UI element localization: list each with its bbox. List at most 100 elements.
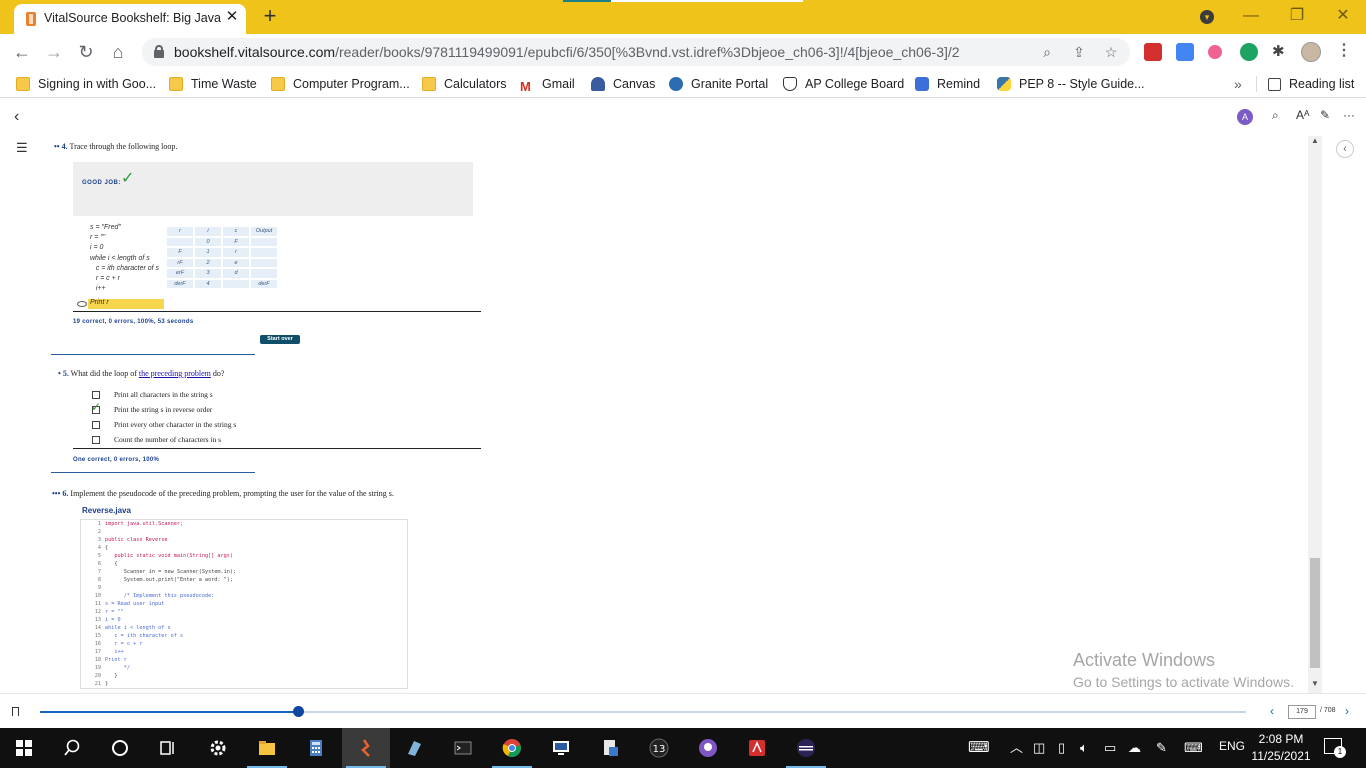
- start-over-button[interactable]: Start over: [260, 335, 300, 344]
- trace-cell[interactable]: 4: [195, 279, 221, 288]
- bookmark-calculators[interactable]: Calculators: [422, 76, 507, 94]
- zoom-icon[interactable]: ⌕: [1037, 42, 1057, 62]
- minimize-window-icon[interactable]: —: [1236, 4, 1266, 28]
- option-checkbox[interactable]: [92, 391, 100, 399]
- reader-font-icon[interactable]: Aᴬ: [1296, 108, 1309, 122]
- scroll-down-icon[interactable]: ▼: [1311, 679, 1319, 688]
- tab-search-icon[interactable]: ▾: [1200, 10, 1214, 24]
- code-line[interactable]: 20 }: [81, 672, 118, 680]
- trace-cell[interactable]: [251, 248, 277, 257]
- code-line[interactable]: 12 r = "": [81, 608, 124, 616]
- toc-menu-icon[interactable]: ☰: [16, 140, 28, 156]
- bookmark-signing-in[interactable]: Signing in with Goo...: [16, 76, 156, 94]
- app-13-button[interactable]: 13: [635, 728, 683, 768]
- trace-cell[interactable]: F: [167, 248, 193, 257]
- github-button[interactable]: [684, 728, 732, 768]
- extension-pink-icon[interactable]: [1208, 45, 1222, 59]
- trace-cell[interactable]: e: [223, 258, 249, 267]
- page-number-input[interactable]: 179: [1288, 705, 1316, 719]
- chrome-taskbar-button[interactable]: [488, 728, 536, 768]
- document-app-button[interactable]: [586, 728, 634, 768]
- battery-icon[interactable]: ▯: [1058, 739, 1065, 757]
- reader-back-icon[interactable]: ‹: [14, 108, 19, 126]
- volume-icon[interactable]: 🔈︎: [1080, 739, 1088, 757]
- keyboard-layout-icon[interactable]: ⌨: [968, 739, 990, 757]
- remote-app-button[interactable]: [537, 728, 585, 768]
- restore-window-icon[interactable]: ❐: [1282, 4, 1312, 28]
- trace-cell[interactable]: 2: [195, 258, 221, 267]
- tab-close-icon[interactable]: ✕: [224, 9, 240, 25]
- code-line[interactable]: 21}: [81, 680, 108, 688]
- code-editor[interactable]: 1 import java.util.Scanner; 2 3 public cla…: [80, 519, 408, 689]
- forward-arrow-icon[interactable]: →: [42, 40, 66, 64]
- calculator-button[interactable]: [292, 728, 340, 768]
- code-line[interactable]: 5 public static void main(String[] args): [81, 552, 233, 560]
- bookmark-star-icon[interactable]: ☆: [1101, 42, 1121, 62]
- code-line[interactable]: 4{: [81, 544, 108, 552]
- share-icon[interactable]: ⇪: [1069, 42, 1089, 62]
- back-arrow-icon[interactable]: ←: [10, 40, 34, 64]
- bookmark-pep8[interactable]: PEP 8 -- Style Guide...: [997, 76, 1145, 94]
- terminal-button[interactable]: [439, 728, 487, 768]
- settings-taskbar-button[interactable]: [194, 728, 242, 768]
- trace-cell[interactable]: F: [223, 237, 249, 246]
- meet-now-icon[interactable]: ◫: [1033, 739, 1045, 757]
- reading-list-button[interactable]: Reading list: [1268, 76, 1354, 94]
- file-explorer-button[interactable]: [243, 728, 291, 768]
- option-checkbox[interactable]: [92, 421, 100, 429]
- panel-collapse-icon[interactable]: ‹: [1336, 140, 1354, 158]
- trace-cell[interactable]: rF: [167, 258, 193, 267]
- code-line[interactable]: 17 i++: [81, 648, 124, 656]
- code-line[interactable]: 19 */: [81, 664, 130, 672]
- bookmark-canvas[interactable]: Canvas: [591, 76, 655, 94]
- trace-cell[interactable]: 3: [195, 269, 221, 278]
- new-tab-button[interactable]: +: [258, 5, 282, 29]
- reader-notes-icon[interactable]: ✎: [1320, 108, 1330, 122]
- onedrive-icon[interactable]: ☁: [1128, 739, 1141, 757]
- url-text[interactable]: bookshelf.vitalsource.com/reader/books/9…: [174, 44, 960, 60]
- code-line[interactable]: 2: [81, 528, 105, 536]
- lock-icon[interactable]: [154, 45, 164, 58]
- home-icon[interactable]: ⌂: [106, 40, 130, 64]
- prev-page-icon[interactable]: ‹: [1270, 704, 1274, 718]
- notifications-icon[interactable]: 1: [1324, 738, 1346, 758]
- preceding-problem-link[interactable]: the preceding problem: [139, 369, 211, 378]
- code-line[interactable]: 7 Scanner in = new Scanner(System.in);: [81, 568, 236, 576]
- close-window-icon[interactable]: ✕: [1328, 4, 1358, 28]
- bookmarks-overflow-icon[interactable]: »: [1234, 76, 1242, 92]
- trace-cell[interactable]: derF: [251, 279, 277, 288]
- show-hidden-icons-icon[interactable]: ︿: [1010, 739, 1023, 757]
- network-icon[interactable]: ▭: [1104, 739, 1116, 757]
- bookmark-computer-program[interactable]: Computer Program...: [271, 76, 410, 94]
- code-line[interactable]: 1 import java.util.Scanner;: [81, 520, 183, 528]
- trace-cell[interactable]: 0: [195, 237, 221, 246]
- trace-cell[interactable]: derF: [167, 279, 193, 288]
- search-button[interactable]: [48, 728, 96, 768]
- scrollbar-thumb[interactable]: [1310, 558, 1320, 668]
- trace-cell[interactable]: erF: [167, 269, 193, 278]
- code-line[interactable]: 16 r = c + r: [81, 640, 143, 648]
- trace-cell[interactable]: [223, 279, 249, 288]
- code-line[interactable]: 3 public class Reverse: [81, 536, 168, 544]
- trace-cell[interactable]: [251, 258, 277, 267]
- trace-cell[interactable]: [251, 237, 277, 246]
- eclipse-button[interactable]: [782, 728, 830, 768]
- java-app-button[interactable]: [342, 728, 390, 768]
- language-indicator[interactable]: ENG: [1219, 739, 1245, 753]
- pen-icon[interactable]: ✎: [1156, 739, 1167, 757]
- next-page-icon[interactable]: ›: [1345, 704, 1349, 718]
- reader-profile-icon[interactable]: A: [1237, 109, 1253, 125]
- trace-cell[interactable]: 1: [195, 248, 221, 257]
- chrome-menu-icon[interactable]: ⋮: [1336, 41, 1352, 61]
- code-line[interactable]: 14 while i < length of s: [81, 624, 171, 632]
- page-slider-knob[interactable]: [293, 706, 304, 717]
- grammarly-icon[interactable]: [1240, 43, 1258, 61]
- bookmark-time-waste[interactable]: Time Waste: [169, 76, 257, 94]
- page-scrollbar[interactable]: ▲ ▼: [1308, 136, 1322, 693]
- extension-red-icon[interactable]: [1144, 43, 1162, 61]
- task-view-button[interactable]: [144, 728, 192, 768]
- bookmark-gmail[interactable]: M Gmail: [520, 76, 575, 94]
- reload-icon[interactable]: ↻: [74, 40, 98, 64]
- start-button[interactable]: [0, 728, 48, 768]
- reader-search-icon[interactable]: ⌕: [1272, 108, 1279, 123]
